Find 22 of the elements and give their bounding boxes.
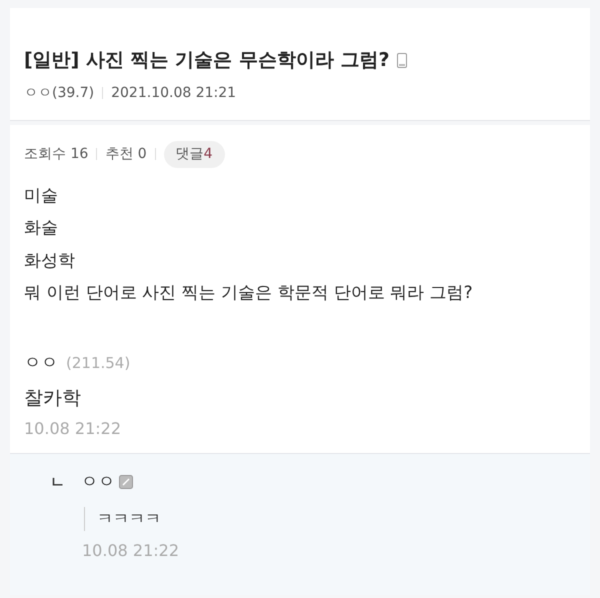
- post-title: [일반] 사진 찍는 기술은 무슨학이라 그럼?: [24, 48, 390, 73]
- reply-text: ㅋㅋㅋㅋ: [84, 507, 574, 531]
- body-text: 화성학: [24, 250, 76, 272]
- view-count: 조회수 16: [24, 144, 88, 164]
- body-text: 뭐 이런 단어로 사진 찍는 기술은 학문적 단어로 뭐라 그럼?: [24, 282, 474, 305]
- comment-author: ㅇㅇ: [24, 352, 58, 374]
- nickname-icon: [119, 475, 133, 490]
- reply-marker: ㄴ: [50, 472, 65, 493]
- comment-count: 4: [204, 144, 213, 164]
- body-text: 미술: [24, 184, 59, 208]
- body-text: 화술: [24, 217, 59, 240]
- comment-date: 10.08 21:22: [24, 418, 122, 440]
- mobile-icon: [397, 52, 408, 68]
- recommend-count: 추천 0: [105, 144, 147, 164]
- comment-count-pill[interactable]: 댓글4: [164, 140, 225, 168]
- post-author: ㅇㅇ(39.7): [24, 84, 94, 102]
- comment-label: 댓글: [176, 144, 204, 164]
- comment-ip: (211.54): [66, 352, 130, 374]
- reply-author: ㅇㅇ: [81, 470, 115, 494]
- post-date: 2021.10.08 21:21: [111, 84, 236, 102]
- reply-date: 10.08 21:22: [82, 540, 180, 562]
- comment-text: 찰카학: [24, 386, 82, 411]
